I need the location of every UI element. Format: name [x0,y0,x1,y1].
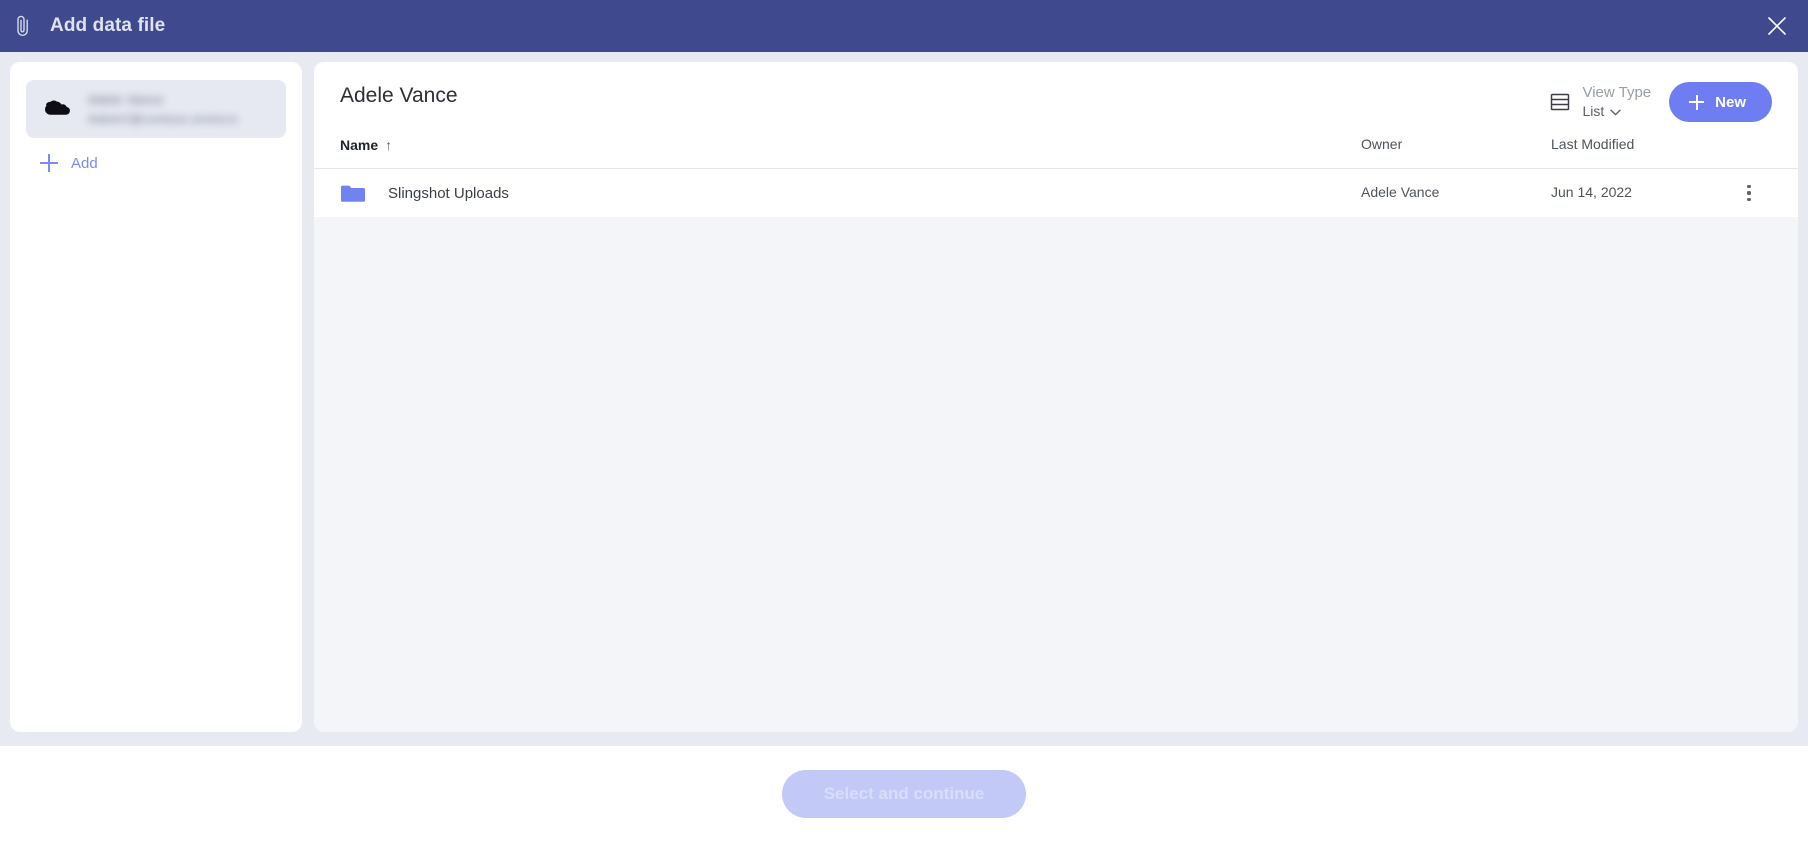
row-menu-cell [1726,182,1772,204]
column-header-name-label: Name [340,137,379,153]
add-account-label: Add [71,154,98,172]
row-name-label: Slingshot Uploads [388,184,509,202]
arrow-up-icon: ↑ [385,137,393,153]
empty-list-area [314,217,1798,732]
panel-header: Adele Vance View Type List New [314,62,1798,122]
dialog-titlebar: Add data file [0,0,1808,52]
add-account-button[interactable]: Add [26,138,286,172]
plus-icon [1689,94,1705,110]
kebab-dot [1747,191,1751,195]
column-header-owner-label: Owner [1361,136,1403,152]
column-header-owner[interactable]: Owner [1361,136,1551,154]
paperclip-icon [12,13,34,39]
page-title: Adele Vance [340,84,458,107]
panel-header-controls: View Type List New [1549,80,1772,122]
row-owner-label: Adele Vance [1361,184,1440,200]
account-text-block: Adele Vance AdeleV@contoso.onmicrosoft.c… [88,93,272,126]
new-button-label: New [1715,93,1746,111]
list-view-icon [1549,91,1571,113]
sidebar-account-item[interactable]: Adele Vance AdeleV@contoso.onmicrosoft.c… [26,80,286,138]
accounts-sidebar: Adele Vance AdeleV@contoso.onmicrosoft.c… [10,62,302,732]
plus-icon [40,154,58,172]
row-name-cell: Slingshot Uploads [340,183,1361,204]
kebab-dot [1747,197,1751,201]
column-header-modified[interactable]: Last Modified [1551,136,1726,154]
account-email-redacted: AdeleV@contoso.onmicrosoft.com [88,111,238,126]
column-header-modified-label: Last Modified [1551,136,1635,152]
file-browser-panel: Adele Vance View Type List New Name ↑ Ow… [314,62,1798,732]
add-data-file-dialog: Add data file Adele Vance AdeleV@contoso… [0,0,1808,842]
view-type-selector[interactable]: View Type List [1549,84,1651,120]
view-type-value: List [1582,103,1605,119]
table-body: Slingshot Uploads Adele Vance Jun 14, 20… [314,169,1798,217]
kebab-menu-icon[interactable] [1738,182,1760,204]
onedrive-cloud-icon [40,96,74,122]
folder-icon [340,183,366,204]
table-header-row: Name ↑ Owner Last Modified [314,122,1798,169]
view-type-value-row: List [1582,103,1651,120]
new-button[interactable]: New [1669,82,1772,122]
dialog-footer: Select and continue [0,746,1808,842]
select-and-continue-button[interactable]: Select and continue [781,770,1027,818]
view-type-text: View Type List [1582,84,1651,120]
dialog-title: Add data file [50,15,166,36]
chevron-down-icon [1610,103,1621,120]
row-owner-cell: Adele Vance [1361,184,1551,202]
row-modified-label: Jun 14, 2022 [1551,184,1632,200]
row-modified-cell: Jun 14, 2022 [1551,184,1726,202]
view-type-label: View Type [1582,84,1652,101]
dialog-body: Adele Vance AdeleV@contoso.onmicrosoft.c… [0,52,1808,746]
titlebar-left-group: Add data file [12,13,165,39]
column-header-name[interactable]: Name ↑ [340,137,1361,153]
close-icon[interactable] [1762,11,1792,41]
table-row[interactable]: Slingshot Uploads Adele Vance Jun 14, 20… [314,169,1798,217]
kebab-dot [1747,185,1751,189]
account-name-redacted: Adele Vance [88,92,164,107]
